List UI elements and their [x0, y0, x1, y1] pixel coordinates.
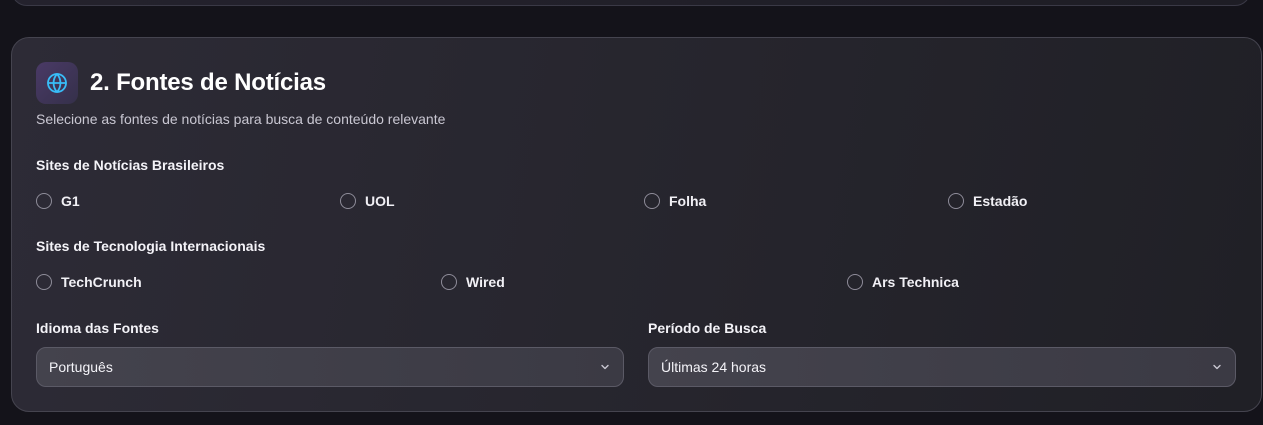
news-sources-card: 2. Fontes de Notícias Selecione as fonte… — [11, 37, 1262, 412]
tech-sites-label: Sites de Tecnologia Internacionais — [36, 238, 266, 254]
radio-techcrunch[interactable] — [36, 274, 52, 290]
option-g1[interactable]: G1 — [36, 193, 80, 209]
option-wired[interactable]: Wired — [441, 274, 505, 290]
option-ars-technica[interactable]: Ars Technica — [847, 274, 959, 290]
radio-g1[interactable] — [36, 193, 52, 209]
option-label: G1 — [61, 193, 80, 209]
option-techcrunch[interactable]: TechCrunch — [36, 274, 142, 290]
previous-section-card — [11, 0, 1251, 6]
language-select-value: Português — [49, 359, 113, 375]
option-label: TechCrunch — [61, 274, 142, 290]
period-select[interactable]: Últimas 24 horas — [648, 347, 1236, 387]
option-label: UOL — [365, 193, 395, 209]
brazilian-sites-label: Sites de Notícias Brasileiros — [36, 157, 225, 173]
language-label: Idioma das Fontes — [36, 320, 159, 336]
option-uol[interactable]: UOL — [340, 193, 395, 209]
radio-folha[interactable] — [644, 193, 660, 209]
option-folha[interactable]: Folha — [644, 193, 706, 209]
section-subtitle: Selecione as fontes de notícias para bus… — [36, 111, 446, 127]
radio-uol[interactable] — [340, 193, 356, 209]
section-header: 2. Fontes de Notícias — [36, 62, 326, 104]
chevron-down-icon — [599, 361, 611, 373]
period-select-value: Últimas 24 horas — [661, 359, 767, 375]
radio-ars-technica[interactable] — [847, 274, 863, 290]
option-estadao[interactable]: Estadão — [948, 193, 1027, 209]
option-label: Folha — [669, 193, 707, 209]
chevron-down-icon — [1211, 361, 1223, 373]
radio-estadao[interactable] — [948, 193, 964, 209]
globe-icon — [36, 62, 78, 104]
period-label: Período de Busca — [648, 320, 767, 336]
section-title: 2. Fontes de Notícias — [90, 69, 326, 96]
option-label: Estadão — [973, 193, 1028, 209]
language-select[interactable]: Português — [36, 347, 624, 387]
option-label: Wired — [466, 274, 505, 290]
option-label: Ars Technica — [872, 274, 959, 290]
radio-wired[interactable] — [441, 274, 457, 290]
